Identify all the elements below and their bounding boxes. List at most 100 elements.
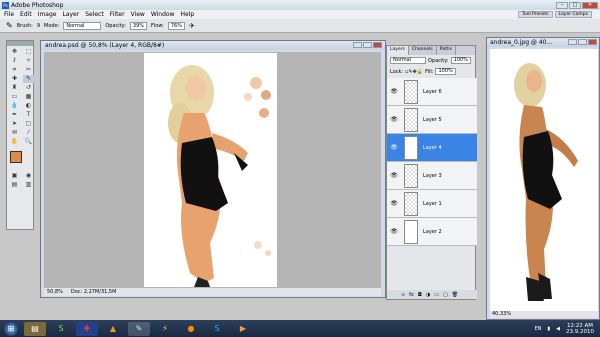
healing-brush-tool-icon[interactable]: ✚ xyxy=(9,75,20,83)
tab-tool-presets[interactable]: Tool Presets xyxy=(517,11,553,18)
clone-stamp-tool-icon[interactable]: ♜ xyxy=(9,84,20,92)
menu-file[interactable]: File xyxy=(4,11,14,18)
brush-tool-icon-selected[interactable]: ✎ xyxy=(23,75,34,83)
firefox-taskbar-icon[interactable]: ● xyxy=(180,322,202,336)
layer-style-icon[interactable]: fx xyxy=(409,292,414,298)
layer-row-2[interactable]: 👁 Layer 2 xyxy=(387,218,477,246)
doc-maximize-button[interactable] xyxy=(363,42,372,48)
menu-image[interactable]: Image xyxy=(38,11,57,18)
opacity-field[interactable]: 39% xyxy=(129,21,148,30)
lock-icons[interactable]: ▫✎✥🔒 xyxy=(405,69,423,75)
pen-tool-icon[interactable]: ✒ xyxy=(9,111,20,119)
standard-mode-icon[interactable]: ▣ xyxy=(9,172,20,180)
visibility-eye-icon[interactable]: 👁 xyxy=(387,200,401,207)
blur-tool-icon[interactable]: 💧 xyxy=(9,102,20,110)
tab-paths[interactable]: Paths xyxy=(437,46,456,55)
layer-row-1[interactable]: 👁 Layer 1 xyxy=(387,190,477,218)
menu-select[interactable]: Select xyxy=(85,11,104,18)
menu-filter[interactable]: Filter xyxy=(110,11,125,18)
clock[interactable]: 12:22 AM 23.9.2010 xyxy=(566,323,594,335)
doc-minimize-button[interactable] xyxy=(353,42,362,48)
uk-flag-taskbar-icon[interactable]: ✚ xyxy=(76,321,98,336)
adjustment-layer-icon[interactable]: ◑ xyxy=(426,292,430,298)
blend-mode-select[interactable]: Normal xyxy=(390,57,426,64)
gradient-tool-icon[interactable]: ▦ xyxy=(23,93,34,101)
new-layer-icon[interactable]: ▢ xyxy=(443,292,448,298)
document-title-bar[interactable]: andrea.psd @ 50,8% (Layer 4, RGB/8#) xyxy=(41,41,385,50)
move-tool-icon[interactable]: ✥ xyxy=(9,48,20,56)
doc-close-button[interactable] xyxy=(373,42,382,48)
menu-edit[interactable]: Edit xyxy=(20,11,32,18)
second-document-image[interactable] xyxy=(490,49,598,312)
marquee-tool-icon[interactable]: ⬚ xyxy=(23,48,34,56)
tab-layers[interactable]: Layers xyxy=(387,46,409,55)
brush-size[interactable]: 9 xyxy=(37,23,40,29)
zoom-tool-icon[interactable]: 🔍 xyxy=(23,138,34,146)
menu-layer[interactable]: Layer xyxy=(62,11,79,18)
visibility-eye-icon[interactable]: 👁 xyxy=(387,172,401,179)
flow-field[interactable]: 76% xyxy=(167,21,185,30)
layer-row-4-selected[interactable]: 👁 Layer 4 xyxy=(387,134,477,162)
history-brush-tool-icon[interactable]: ↺ xyxy=(23,84,34,92)
start-button[interactable]: ⊞ xyxy=(4,321,18,336)
language-indicator[interactable]: EN xyxy=(534,326,541,332)
delete-layer-icon[interactable]: 🗑 xyxy=(452,292,458,298)
foreground-color-swatch[interactable] xyxy=(10,151,22,163)
network-icon[interactable]: ▮ xyxy=(547,326,550,332)
new-group-icon[interactable]: ▭ xyxy=(434,292,439,298)
winamp-taskbar-icon[interactable]: ⚡ xyxy=(154,322,176,336)
hand-tool-icon[interactable]: ✋ xyxy=(9,138,20,146)
vlc-taskbar-icon[interactable]: ▲ xyxy=(102,322,124,336)
menu-view[interactable]: View xyxy=(131,11,145,18)
shape-tool-icon[interactable]: ▢ xyxy=(23,120,34,128)
second-zoom-readout[interactable]: 40,33% xyxy=(492,311,511,318)
dodge-tool-icon[interactable]: ◐ xyxy=(23,102,34,110)
eyedropper-tool-icon[interactable]: ⁄ xyxy=(23,129,34,137)
type-tool-icon[interactable]: T xyxy=(23,111,34,119)
visibility-eye-icon[interactable]: 👁 xyxy=(387,228,401,235)
fill-field[interactable]: 100% xyxy=(435,68,456,75)
brush-tool-icon[interactable]: ✎ xyxy=(6,21,13,30)
full-screen-icon[interactable]: ▥ xyxy=(23,181,34,189)
path-selection-tool-icon[interactable]: ➤ xyxy=(9,120,20,128)
visibility-eye-icon[interactable]: 👁 xyxy=(387,116,401,123)
eraser-tool-icon[interactable]: ▭ xyxy=(9,93,20,101)
layer-row-6[interactable]: 👁 Layer 6 xyxy=(387,78,477,106)
layer-mask-icon[interactable]: ◘ xyxy=(418,292,422,298)
crop-tool-icon[interactable]: ⌗ xyxy=(9,66,20,74)
color-swatches[interactable] xyxy=(9,151,31,168)
visibility-eye-icon[interactable]: 👁 xyxy=(387,144,401,151)
slice-tool-icon[interactable]: ✂ xyxy=(23,66,34,74)
layer-row-3[interactable]: 👁 Layer 3 xyxy=(387,162,477,190)
link-layers-icon[interactable]: ∞ xyxy=(401,292,405,298)
menu-window[interactable]: Window xyxy=(151,11,175,18)
quick-mask-icon[interactable]: ◉ xyxy=(23,172,34,180)
tab-layer-comps[interactable]: Layer Comps xyxy=(554,11,592,18)
volume-icon[interactable]: ◀ xyxy=(556,326,560,332)
doc2-maximize-button[interactable] xyxy=(578,39,587,45)
tab-channels[interactable]: Channels xyxy=(409,46,437,55)
explorer-taskbar-icon[interactable]: ▤ xyxy=(24,321,46,336)
layer-row-5[interactable]: 👁 Layer 5 xyxy=(387,106,477,134)
lasso-tool-icon[interactable]: ℓ xyxy=(9,57,20,65)
doc2-close-button[interactable] xyxy=(588,39,597,45)
second-document-title-bar[interactable]: andrea_0.jpg @ 40... xyxy=(487,38,599,47)
magic-wand-tool-icon[interactable]: ✧ xyxy=(23,57,34,65)
minimize-button[interactable]: – xyxy=(556,1,568,9)
zoom-readout[interactable]: 50,8% xyxy=(47,288,63,296)
canvas-area[interactable] xyxy=(44,52,381,288)
doc2-minimize-button[interactable] xyxy=(568,39,577,45)
mode-select[interactable]: Normal xyxy=(63,21,102,30)
skype-taskbar-icon[interactable]: S xyxy=(50,322,72,336)
photoshop-taskbar-icon[interactable]: ✎ xyxy=(128,321,150,336)
media-player-taskbar-icon[interactable]: ▶ xyxy=(232,322,254,336)
maximize-button[interactable]: □ xyxy=(569,1,581,9)
airbrush-icon[interactable]: ✈ xyxy=(189,22,195,30)
layer-opacity-field[interactable]: 100% xyxy=(450,57,471,64)
close-button[interactable]: ✕ xyxy=(582,1,598,9)
canvas-image[interactable] xyxy=(144,53,277,287)
menu-help[interactable]: Help xyxy=(181,11,195,18)
screen-mode-icon[interactable]: ▤ xyxy=(9,181,20,189)
skype-chat-taskbar-icon[interactable]: S xyxy=(206,322,228,336)
notes-tool-icon[interactable]: ✉ xyxy=(9,129,20,137)
